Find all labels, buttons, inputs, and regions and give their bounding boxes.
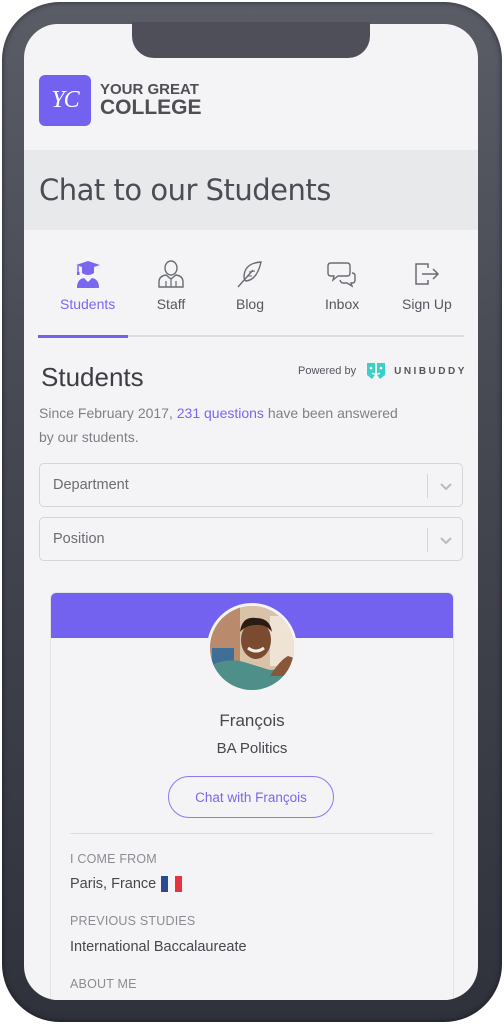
chevron-down-icon [440,483,452,491]
intro-text-before: Since February 2017, [39,405,177,421]
tab-label: Blog [235,296,265,312]
intro-text: Since February 2017, 231 questions have … [39,401,399,449]
graduate-icon [75,261,100,288]
college-logo[interactable]: YC YOUR GREAT COLLEGE [39,75,202,126]
position-select[interactable]: Position [39,517,463,561]
logo-text-line2: COLLEGE [100,95,202,119]
tab-blog[interactable]: Blog [235,260,265,312]
unibuddy-wordmark: UNIBUDDY [394,365,467,377]
questions-link[interactable]: 231 questions [177,405,264,421]
sign-out-icon [415,263,439,285]
active-tab-indicator [38,335,128,338]
tab-sign-up[interactable]: Sign Up [402,260,452,312]
france-flag-icon [161,876,183,892]
student-profile-card: François BA Politics Chat with François … [50,592,454,1000]
page-title: Chat to our Students [39,173,331,207]
phone-notch [132,22,370,58]
feather-icon [237,261,262,288]
field-label-hometown: I COME FROM [70,852,157,866]
field-value-hometown: Paris, France [70,876,183,892]
chat-with-student-button[interactable]: Chat with François [168,776,334,818]
tab-label: Inbox [325,296,360,312]
phone-screen: YC YOUR GREAT COLLEGE Chat to our Studen… [24,24,478,1000]
tab-label: Staff [156,296,186,312]
select-separator [427,474,428,498]
hometown-text: Paris, France [70,876,157,892]
section-title: Students [41,362,144,392]
powered-by-label: Powered by [298,365,357,377]
page-header: Chat to our Students [24,150,478,230]
student-course: BA Politics [216,740,288,757]
tab-label: Sign Up [402,296,452,312]
field-value-previous-studies: International Baccalaureate [70,939,247,955]
unibuddy-logo-icon [367,363,386,379]
select-separator [427,528,428,552]
field-label-previous-studies: PREVIOUS STUDIES [70,914,196,928]
chevron-down-icon [440,537,452,545]
chat-bubbles-icon [327,262,356,288]
student-name: François [219,711,285,730]
department-select[interactable]: Department [39,463,463,507]
tab-inbox[interactable]: Inbox [325,260,359,312]
position-select-value: Position [53,531,105,547]
powered-by[interactable]: Powered by UNIBUDDY [298,362,467,380]
logo-text: YOUR GREAT COLLEGE [100,82,202,119]
avatar [207,603,297,693]
tab-bar: Students Staff Blog Inbox Sign Up [38,260,464,338]
tab-staff[interactable]: Staff [156,260,186,312]
person-icon [158,260,184,288]
department-select-value: Department [53,477,129,493]
card-divider [70,833,433,834]
field-label-about-me: ABOUT ME [70,977,137,991]
tab-label: Students [60,296,116,312]
logo-mark: YC [39,75,91,126]
tab-students[interactable]: Students [60,260,115,312]
avatar-photo [210,606,294,690]
